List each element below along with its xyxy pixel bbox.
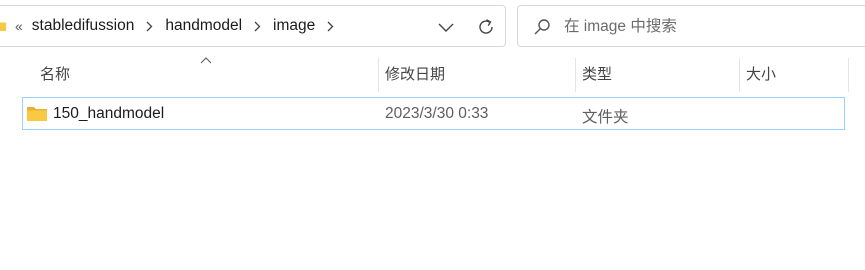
file-explorer-window: « stabledifussion handmodel image 在 imag…: [0, 0, 865, 270]
column-divider[interactable]: [575, 58, 576, 92]
folder-icon: [27, 107, 47, 121]
chevron-right-icon[interactable]: [254, 21, 261, 32]
chevron-right-icon[interactable]: [146, 21, 153, 32]
file-type: 文件夹: [582, 109, 629, 126]
breadcrumb-item-stabledifussion[interactable]: stabledifussion: [32, 17, 135, 35]
address-bar[interactable]: « stabledifussion handmodel image: [0, 5, 506, 47]
file-modified-date: 2023/3/30 0:33: [385, 105, 489, 122]
search-icon: [534, 19, 550, 35]
chevron-down-icon[interactable]: [437, 18, 455, 36]
search-input[interactable]: [564, 15, 844, 39]
chevron-right-icon[interactable]: [327, 21, 334, 32]
column-header-name[interactable]: 名称: [40, 63, 70, 84]
column-divider[interactable]: [848, 58, 849, 92]
breadcrumb-item-image[interactable]: image: [273, 17, 315, 35]
file-name[interactable]: 150_handmodel: [53, 105, 164, 123]
refresh-icon[interactable]: [477, 18, 495, 36]
column-header-size[interactable]: 大小: [746, 63, 776, 84]
column-header-modified[interactable]: 修改日期: [385, 63, 445, 84]
breadcrumb-item-handmodel[interactable]: handmodel: [165, 17, 242, 35]
column-divider[interactable]: [739, 58, 740, 92]
folder-icon: [0, 22, 6, 31]
sort-ascending-icon: [200, 57, 212, 64]
search-box[interactable]: [517, 5, 865, 47]
column-header-type[interactable]: 类型: [582, 63, 612, 84]
breadcrumb: « stabledifussion handmodel image: [15, 6, 346, 46]
breadcrumb-overflow-button[interactable]: «: [15, 18, 23, 34]
column-divider[interactable]: [378, 58, 379, 92]
